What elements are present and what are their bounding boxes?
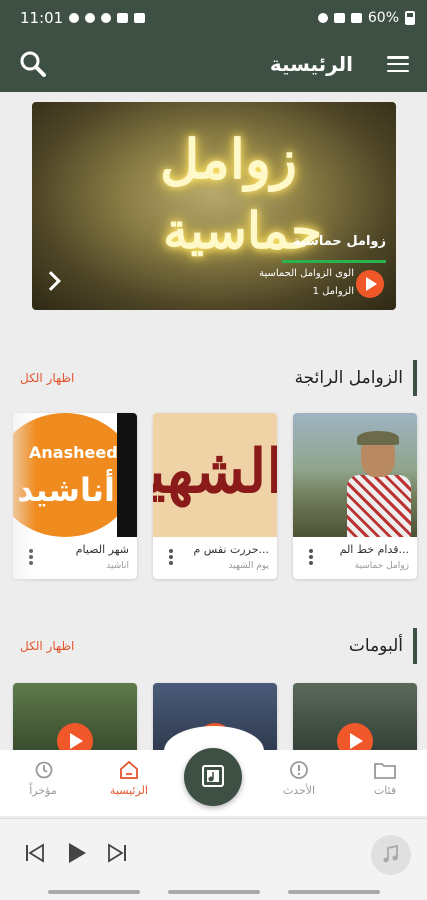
nav-item-home[interactable]: الرئيسية [94,760,164,797]
alarm-icon [317,13,328,23]
notification-icon [117,13,129,23]
folder-icon [374,760,396,780]
music-library-button[interactable] [184,748,242,806]
history-icon [32,760,54,780]
battery-icon [405,11,415,25]
track-card[interactable]: الشهيد حررت نفس م... يوم الشهيد [153,413,277,579]
wifi-icon [333,13,345,23]
notification-icon [69,13,80,23]
system-nav-bar [48,890,140,894]
track-title: حررت نفس م... [193,543,270,556]
banner-title: زوامل حماسية [292,234,386,249]
notification-icon [134,13,146,23]
scroll-fade [0,400,36,600]
nav-label: الأحدث [282,784,316,797]
banner-count: 1 الزوامل [312,286,354,297]
more-options-icon[interactable] [169,549,173,565]
featured-banner[interactable]: زوامل حماسية زوامل حماسية الوى الزوامل ا… [32,102,396,310]
skip-previous-icon[interactable] [24,841,46,869]
play-icon[interactable] [66,841,88,869]
section-accent [413,360,417,396]
status-bar: 11:01 60% [0,0,427,36]
notification-icon [85,13,96,23]
alert-circle-icon [288,760,310,780]
track-category: اناشيد [106,561,129,571]
section-title: الزوامل الرائجة [294,368,403,388]
track-thumbnail: الشهيد [153,413,277,537]
music-note-icon [202,765,224,787]
home-icon [118,760,140,780]
nav-label: فئات [373,784,397,797]
thumbnail-art-text: الشهيد [153,437,277,507]
thumbnail-art-text: Anasheed [29,443,118,462]
skip-next-icon[interactable] [106,841,128,869]
trending-header: الزوامل الرائجة اظهار الكل [0,360,427,396]
mini-player [0,818,427,900]
show-all-link[interactable]: اظهار الكل [20,371,74,385]
nav-label: الرئيسية [110,784,148,797]
system-nav-bar [168,890,260,894]
status-time: 11:01 [20,9,64,27]
hamburger-menu-icon[interactable] [387,56,409,72]
nav-item-categories[interactable]: فئات [350,760,420,797]
track-card[interactable]: قدام خط الم... زوامل حماسية [293,413,417,579]
signal-icon [350,13,362,23]
track-title: قدام خط الم... [339,543,409,556]
page-title: الرئيسية [269,52,353,76]
battery-percent: 60% [367,10,399,26]
nav-item-latest[interactable]: الأحدث [264,760,334,797]
banner-art-text: زوامل [160,127,297,191]
nav-item-recent[interactable]: مؤخراً [8,760,78,797]
albums-header: ألبومات اظهار الكل [0,628,427,664]
music-note-icon[interactable] [371,835,411,875]
track-thumbnail [293,413,417,537]
section-accent [413,628,417,664]
nav-label: مؤخراً [29,784,57,797]
track-category: يوم الشهيد [228,561,269,571]
app-bar: الرئيسية [0,36,427,92]
banner-progress [282,260,386,263]
track-title: شهر الصيام [75,543,129,556]
search-icon[interactable] [18,49,48,79]
section-title: ألبومات [348,636,403,656]
system-nav-bar [288,890,380,894]
chevron-right-icon[interactable] [41,271,61,291]
play-icon[interactable] [356,270,384,298]
track-category: زوامل حماسية [354,561,409,571]
notification-icon [101,13,112,23]
banner-subtitle: الوى الزوامل الحماسية [259,268,354,279]
show-all-link[interactable]: اظهار الكل [20,639,74,653]
more-options-icon[interactable] [309,549,313,565]
